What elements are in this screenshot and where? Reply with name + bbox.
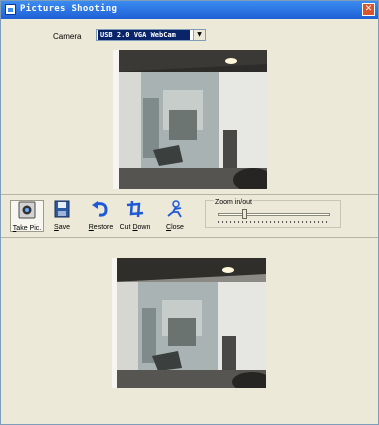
close-label: Close bbox=[166, 224, 184, 231]
restore-label: Restore bbox=[88, 224, 114, 231]
pictures-shooting-window: Pictures Shooting ✕ Camera USB 2.0 VGA W… bbox=[0, 0, 379, 425]
camera-icon bbox=[18, 201, 36, 219]
window-title: Pictures Shooting bbox=[20, 4, 118, 14]
camera-selected-value: USB 2.0 VGA WebCam bbox=[98, 30, 190, 40]
zoom-slider-track[interactable] bbox=[218, 213, 330, 216]
app-window-icon bbox=[5, 4, 16, 15]
toolbar: Take Pic. Save Restore Cut Down Close Zo… bbox=[1, 194, 378, 238]
camera-label: Camera bbox=[53, 32, 82, 41]
dropdown-arrow-icon[interactable]: ▼ bbox=[193, 30, 205, 40]
crop-icon bbox=[126, 200, 144, 218]
undo-arrow-icon bbox=[92, 201, 108, 217]
restore-button[interactable]: Restore bbox=[84, 200, 118, 232]
floppy-disk-icon bbox=[54, 200, 70, 218]
zoom-label: Zoom in/out bbox=[214, 199, 253, 206]
captured-office-image bbox=[112, 258, 266, 388]
close-figure-icon bbox=[167, 200, 182, 218]
zoom-slider-thumb[interactable] bbox=[241, 209, 247, 219]
save-label: Save bbox=[54, 224, 70, 231]
captured-picture bbox=[112, 258, 266, 388]
office-camera-image bbox=[113, 50, 267, 189]
take-picture-label: Take Pic. bbox=[12, 225, 42, 232]
live-camera-preview bbox=[113, 50, 267, 189]
take-picture-button[interactable]: Take Pic. bbox=[10, 200, 44, 232]
zoom-group: Zoom in/out bbox=[205, 199, 341, 228]
cut-down-label: Cut Down bbox=[119, 224, 151, 231]
window-close-button[interactable]: ✕ bbox=[362, 3, 375, 16]
close-button[interactable]: Close bbox=[158, 200, 192, 232]
save-button[interactable]: Save bbox=[45, 200, 79, 232]
zoom-slider-ticks bbox=[218, 221, 330, 223]
cut-down-button[interactable]: Cut Down bbox=[118, 200, 152, 232]
camera-select[interactable]: USB 2.0 VGA WebCam ▼ bbox=[96, 29, 206, 41]
title-bar[interactable]: Pictures Shooting ✕ bbox=[1, 1, 378, 19]
